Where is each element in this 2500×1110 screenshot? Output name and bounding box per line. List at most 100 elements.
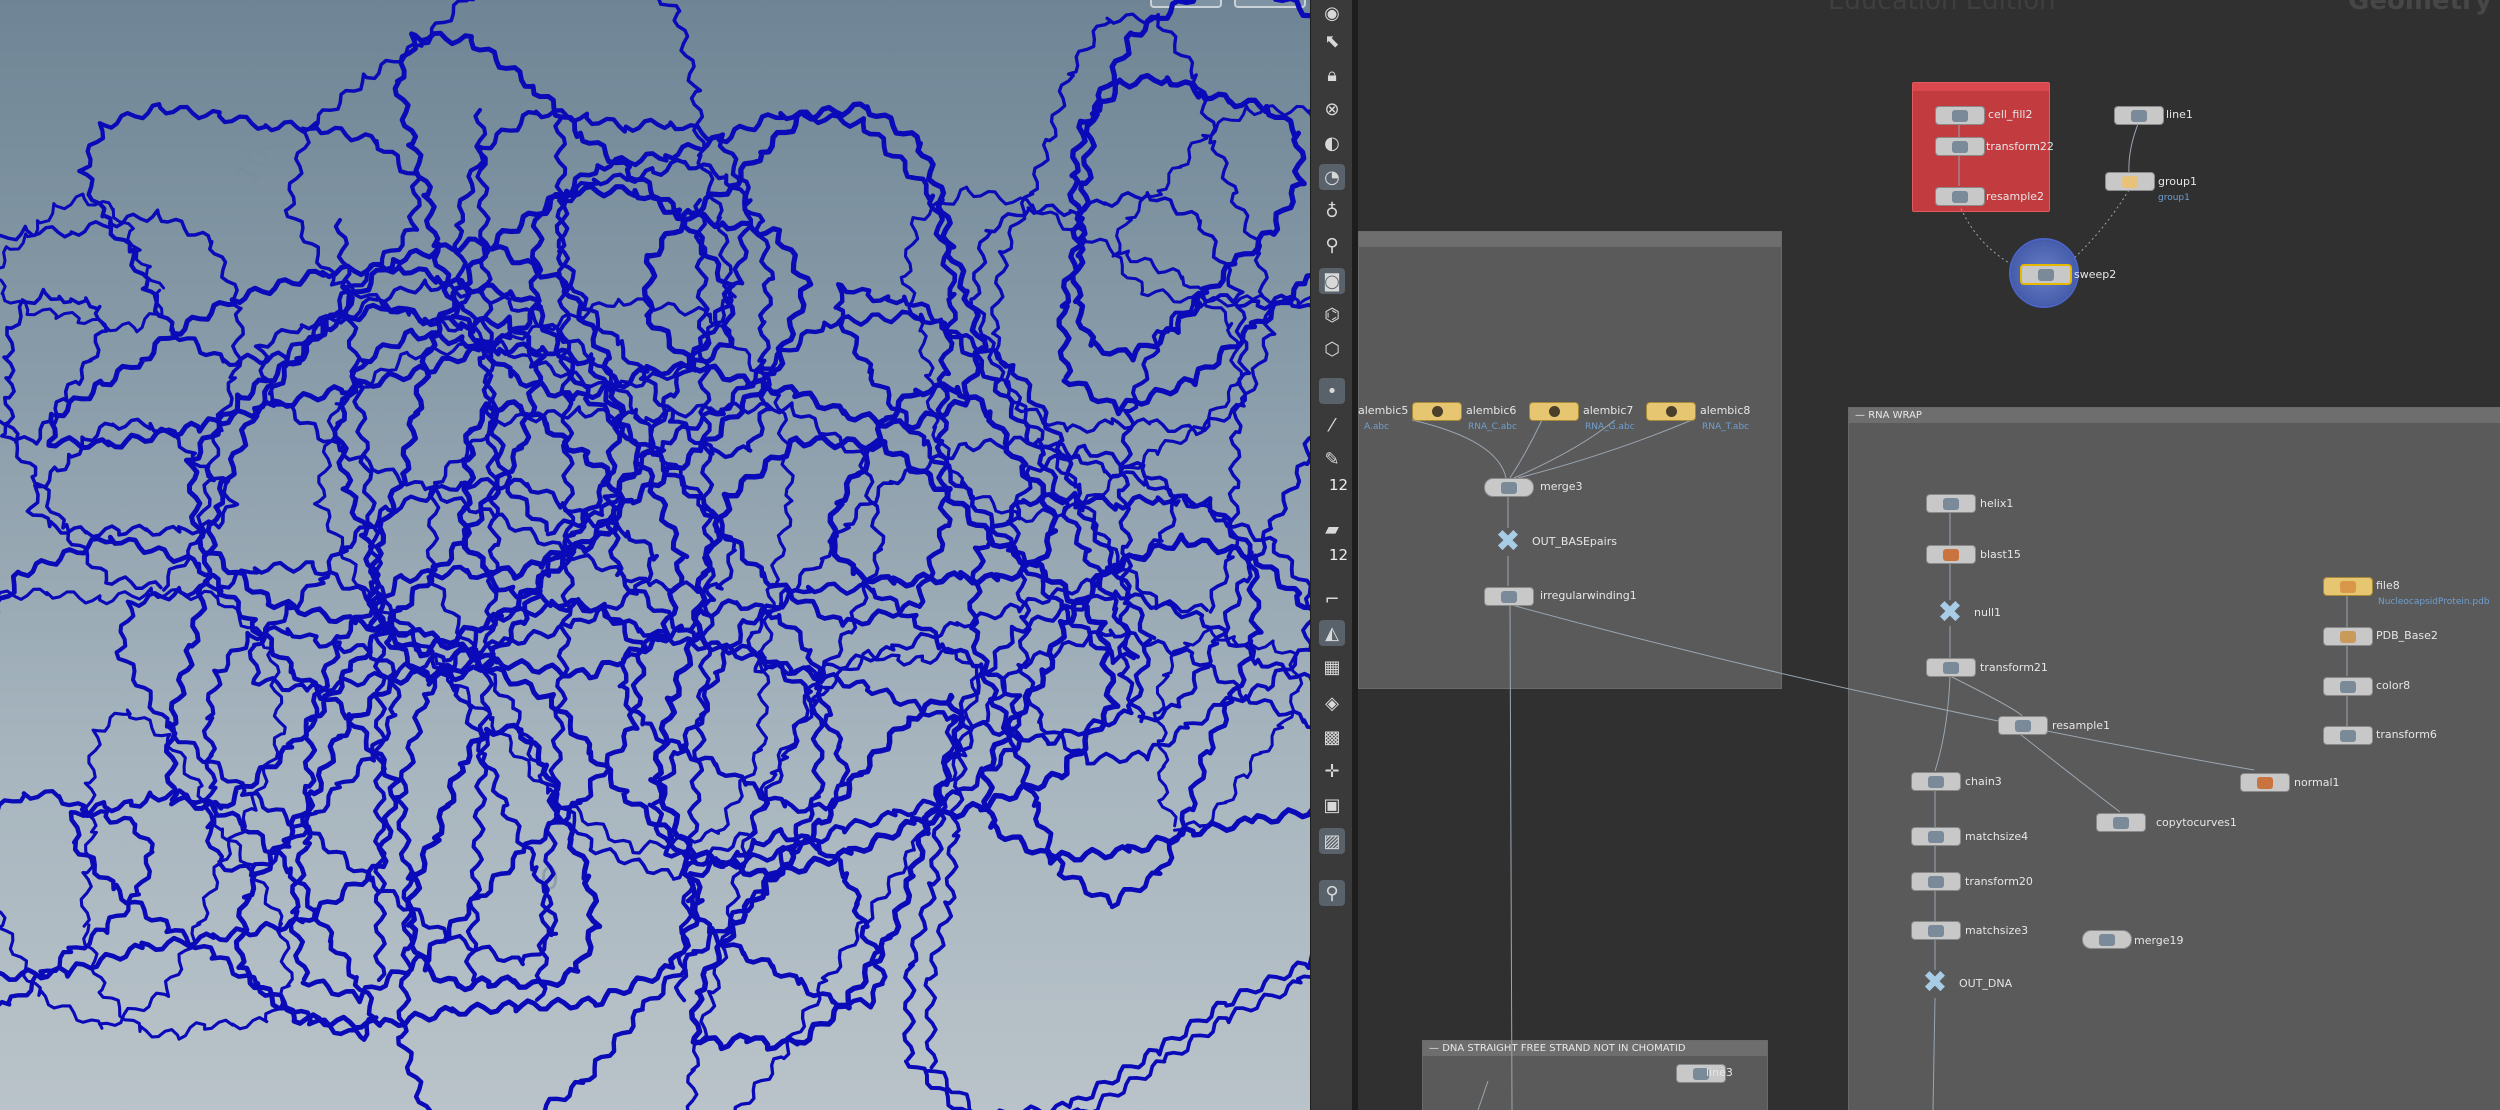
node-group1[interactable] [2105, 172, 2155, 191]
node-label-pdb-base2: PDB_Base2 [2376, 629, 2438, 642]
node-line1[interactable] [2114, 106, 2164, 125]
node-label-transform22: transform22 [1986, 140, 2054, 153]
node-blast15[interactable] [1926, 545, 1976, 564]
dna-strand-loop [0, 192, 166, 334]
node-color8[interactable] [2323, 677, 2373, 696]
crop-icon[interactable]: ⌐ [1319, 586, 1345, 612]
pivot-icon[interactable]: ✛ [1319, 758, 1345, 784]
viewport-toolbar: ◉ ⬉ 🔒︎ ⊗ ◐ ◔ ♁ ⚲ ◙ ⌬ ⬡ • ⁄ ✎ 12 ▰ 12 ⌐ ◭… [1310, 0, 1354, 1110]
node-label-file8: file8 [2376, 579, 2400, 592]
pin-icon[interactable]: ⚲ [1319, 880, 1345, 906]
node-label-normal1: normal1 [2294, 776, 2340, 789]
node-matchsize4[interactable] [1911, 827, 1961, 846]
dna-strand-loop [746, 435, 1181, 679]
point-light-icon[interactable]: ⚲ [1319, 232, 1345, 258]
node-out-dna[interactable]: ✖ [1918, 968, 1952, 998]
dot-icon[interactable]: • [1319, 378, 1345, 404]
node-label-out-dna: OUT_DNA [1959, 977, 2013, 990]
line-icon [2131, 109, 2147, 122]
node-transform21[interactable] [1926, 658, 1976, 677]
node-alembic6[interactable] [1412, 402, 1462, 421]
node-cell-fill2[interactable] [1935, 106, 1985, 125]
view-icon[interactable]: ◉ [1319, 0, 1345, 26]
network-editor[interactable]: Education Edition Geometry — RNA WRAP — … [1358, 0, 2500, 1110]
node-chain3[interactable] [1911, 772, 1961, 791]
texture-icon[interactable]: ◈ [1319, 690, 1345, 716]
chain-icon [1928, 775, 1944, 788]
paint-icon[interactable]: ▰ [1319, 516, 1345, 542]
node-label-alembic6: alembic6 [1466, 404, 1517, 417]
node-sub-alembic7: RNA_G.abc [1585, 422, 1635, 432]
blast-icon [1943, 548, 1959, 561]
uv-icon[interactable]: ▩ [1319, 724, 1345, 750]
image-icon[interactable]: ▨ [1319, 828, 1345, 854]
sphere-icon[interactable]: ◐ [1319, 130, 1345, 156]
pencil-icon[interactable]: ✎ [1319, 446, 1345, 472]
3d-viewport[interactable]: 100 0 [0, 0, 1310, 1110]
file-icon [2340, 580, 2356, 593]
number-icon[interactable]: 12 [1319, 476, 1348, 508]
node-transform6[interactable] [2323, 726, 2373, 745]
light-icon[interactable]: ◔ [1319, 164, 1345, 190]
node-sub-alembic8: RNA_T.abc [1702, 422, 1750, 432]
matchsize-icon [1928, 830, 1944, 843]
node-copytocurves1[interactable] [2096, 813, 2146, 832]
node-pdb-base2[interactable] [2323, 627, 2373, 646]
node-matchsize3[interactable] [1911, 921, 1961, 940]
node-label-alembic8: alembic8 [1700, 404, 1751, 417]
alembic-icon [1665, 406, 1677, 417]
node-label-group1: group1 [2158, 175, 2197, 188]
node-label-matchsize4: matchsize4 [1965, 830, 2029, 843]
transform-icon [1952, 140, 1968, 153]
box-icon[interactable]: ▣ [1319, 792, 1345, 818]
dna-strand-spike [333, 218, 387, 982]
node-resample1[interactable] [1998, 716, 2048, 735]
close-icon[interactable]: ⊗ [1319, 96, 1345, 122]
transform-icon [2340, 729, 2356, 742]
node-label-sweep2: sweep2 [2074, 268, 2117, 281]
node-sub-alembic6: RNA_C.abc [1468, 422, 1517, 432]
normal-icon [2257, 776, 2273, 789]
node-label-transform21: transform21 [1980, 661, 2048, 674]
node-label-transform20: transform20 [1965, 875, 2033, 888]
node-transform22[interactable] [1935, 137, 1985, 156]
node-null1[interactable]: ✖ [1933, 598, 1967, 628]
node-alembic8[interactable] [1646, 402, 1696, 421]
node-label-chain3: chain3 [1965, 775, 2002, 788]
node-resample2[interactable] [1935, 187, 1985, 206]
checker-icon[interactable]: ▦ [1319, 654, 1345, 680]
glasses-icon[interactable]: ⌬ [1319, 302, 1345, 328]
camera-icon[interactable]: ◙ [1319, 268, 1345, 294]
node-transform20[interactable] [1911, 872, 1961, 891]
alembic-icon [1431, 406, 1443, 417]
node-merge19[interactable] [2082, 930, 2132, 949]
node-out-basepairs[interactable]: ✖ [1491, 527, 1525, 557]
wireframe-icon[interactable]: ⬡ [1319, 336, 1345, 362]
number2-icon[interactable]: 12 [1319, 546, 1348, 578]
node-sub-alembic5: A.abc [1364, 422, 1390, 432]
dna-strand-loop [1056, 0, 1310, 417]
dna-curve-geometry [0, 0, 1310, 1110]
number-label: 12 [1329, 476, 1349, 494]
node-label-alembic5: alembic5 [1358, 404, 1409, 417]
node-helix1[interactable] [1926, 494, 1976, 513]
select-icon[interactable]: ⬉ [1319, 28, 1345, 54]
brush-icon[interactable]: ⁄ [1319, 412, 1345, 438]
node-alembic7[interactable] [1529, 402, 1579, 421]
node-label-merge3: merge3 [1540, 480, 1583, 493]
node-merge3[interactable] [1484, 478, 1534, 497]
node-irregularwinding1[interactable] [1484, 587, 1534, 606]
pdb-icon [2340, 630, 2356, 643]
matchsize-icon [1928, 924, 1944, 937]
node-normal1[interactable] [2240, 773, 2290, 792]
shade-icon[interactable]: ◭ [1319, 620, 1345, 646]
lock-icon[interactable]: 🔒︎ [1319, 62, 1345, 88]
node-file8[interactable] [2323, 577, 2373, 596]
dna-strand-loop [405, 722, 603, 993]
bulb-icon[interactable]: ♁ [1319, 198, 1345, 224]
node-sweep2[interactable] [2020, 264, 2072, 285]
node-label-resample1: resample1 [2052, 719, 2111, 732]
group-icon [2122, 175, 2138, 188]
node-label-helix1: helix1 [1980, 497, 2014, 510]
copy-icon [2113, 816, 2129, 829]
